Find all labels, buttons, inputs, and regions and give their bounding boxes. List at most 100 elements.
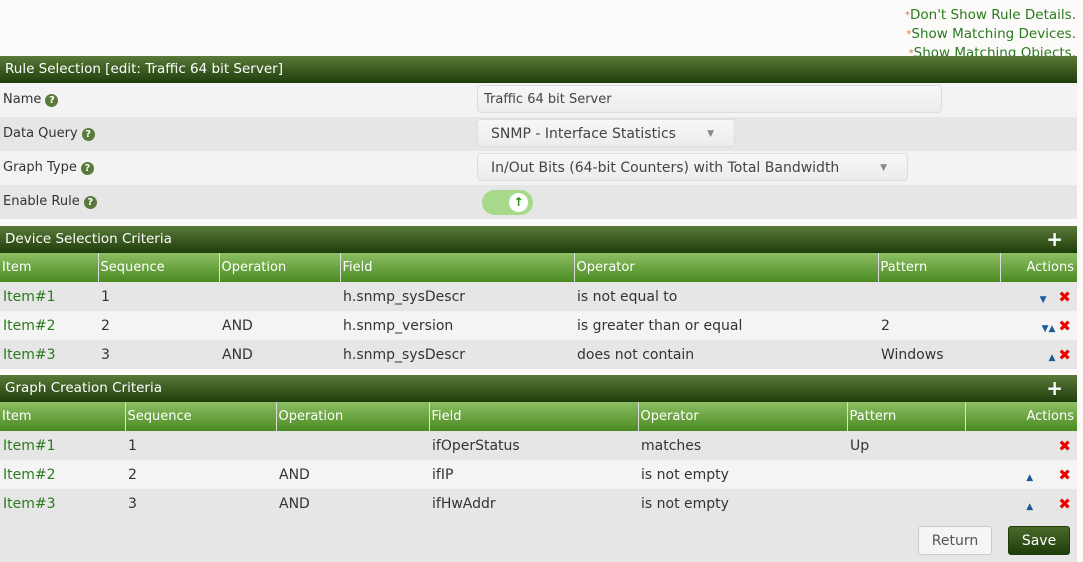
sequence: 1 [125,431,276,460]
rule-selection-header: Rule Selection [edit: Traffic 64 bit Ser… [0,56,1077,83]
move-down-icon[interactable]: ▼ [1040,295,1047,305]
move-up-icon[interactable]: ▲ [1026,473,1033,483]
col-actions: Actions [965,402,1077,431]
form-footer: Return Save [0,518,1077,562]
delete-icon[interactable]: ✖ [1058,437,1071,455]
name-label: Name [3,92,42,107]
actions: ▲ ✖ [965,460,1077,489]
field: h.snmp_version [340,311,574,340]
enable-rule-row: Enable Rule? ↑ [0,185,1077,219]
rule-detail-links: *Don't Show Rule Details. *Show Matching… [905,6,1076,63]
col-pattern: Pattern [847,402,966,431]
move-up-icon[interactable]: ▲ [1049,324,1056,334]
item-link[interactable]: Item#1 [3,289,56,305]
add-graph-criteria-icon[interactable]: + [1046,375,1063,402]
field: ifHwAddr [429,489,638,518]
save-button[interactable]: Save [1008,526,1070,555]
device-criteria-table: Item Sequence Operation Field Operator Patter… [0,253,1077,369]
table-row: Item#3 3 AND h.snmp_sysDescr does not contai… [0,340,1077,369]
operator: matches [638,431,847,460]
table-row: Item#1 1 ifOperStatus matches Up ✖ [0,431,1077,460]
operator: is not equal to [574,282,878,311]
col-actions: Actions [1000,253,1077,282]
show-matching-devices-link[interactable]: *Show Matching Devices. [905,25,1076,44]
actions: ▼ ✖ [1000,282,1077,311]
delete-icon[interactable]: ✖ [1058,317,1071,335]
col-operator: Operator [638,402,848,431]
actions: ▲ ✖ [1000,340,1077,369]
sequence: 1 [98,282,219,311]
help-icon: ? [80,162,94,175]
col-operation: Operation [219,253,341,282]
delete-icon[interactable]: ✖ [1058,346,1071,364]
move-up-icon[interactable]: ▲ [1049,353,1056,363]
data-query-row: Data Query? SNMP - Interface Statistics ▼ [0,117,1077,151]
toggle-knob-icon: ↑ [509,193,528,212]
pattern [847,460,965,489]
return-button[interactable]: Return [918,526,992,555]
pattern [878,282,1000,311]
enable-rule-toggle[interactable]: ↑ [482,190,533,215]
col-sequence: Sequence [125,402,277,431]
field: h.snmp_sysDescr [340,340,574,369]
col-operation: Operation [276,402,430,431]
item-link[interactable]: Item#1 [3,438,56,454]
device-criteria-header: Device Selection Criteria + [0,226,1077,253]
graph-criteria-header: Graph Creation Criteria + [0,375,1077,402]
move-up-icon[interactable]: ▲ [1026,502,1033,512]
sequence: 3 [98,340,219,369]
actions: ▼▲ ✖ [1000,311,1077,340]
add-device-criteria-icon[interactable]: + [1046,226,1063,253]
field: h.snmp_sysDescr [340,282,574,311]
table-row: Item#2 2 AND ifIP is not empty ▲ ✖ [0,460,1077,489]
item-link[interactable]: Item#2 [3,467,56,483]
graph-type-label: Graph Type [3,160,77,175]
actions: ▲ ✖ [965,489,1077,518]
delete-icon[interactable]: ✖ [1058,288,1071,306]
data-query-select[interactable]: SNMP - Interface Statistics ▼ [477,119,735,147]
sequence: 2 [125,460,276,489]
graph-criteria-table: Item Sequence Operation Field Operator Patter… [0,402,1077,518]
help-icon: ? [45,94,59,107]
pattern: Windows [878,340,1000,369]
item-link[interactable]: Item#2 [3,318,56,334]
col-operator: Operator [574,253,879,282]
actions: ✖ [965,431,1077,460]
operation: AND [219,311,340,340]
pattern [847,489,965,518]
operator: is not empty [638,460,847,489]
col-field: Field [429,402,639,431]
chevron-down-icon: ▼ [880,163,887,173]
sequence: 3 [125,489,276,518]
move-down-icon[interactable]: ▼ [1042,324,1049,334]
operation: AND [276,489,429,518]
col-item: Item [0,402,126,431]
operation [276,431,429,460]
chevron-down-icon: ▼ [707,129,714,139]
operation: AND [219,340,340,369]
operator: does not contain [574,340,878,369]
col-field: Field [340,253,575,282]
delete-icon[interactable]: ✖ [1058,466,1071,484]
item-link[interactable]: Item#3 [3,347,56,363]
enable-rule-label: Enable Rule [3,194,80,209]
graph-type-select[interactable]: In/Out Bits (64-bit Counters) with Total… [477,153,908,181]
table-row: Item#1 1 h.snmp_sysDescr is not equal to ▼ ✖ [0,282,1077,311]
col-item: Item [0,253,99,282]
pattern: 2 [878,311,1000,340]
item-link[interactable]: Item#3 [3,496,56,512]
operator: is greater than or equal [574,311,878,340]
data-query-label: Data Query [3,126,78,141]
pattern: Up [847,431,965,460]
dont-show-rule-details-link[interactable]: *Don't Show Rule Details. [905,6,1076,25]
col-pattern: Pattern [878,253,1001,282]
sequence: 2 [98,311,219,340]
graph-type-row: Graph Type? In/Out Bits (64-bit Counters… [0,151,1077,185]
field: ifIP [429,460,638,489]
name-input[interactable]: Traffic 64 bit Server [477,85,942,113]
help-icon: ? [83,196,97,209]
delete-icon[interactable]: ✖ [1058,495,1071,513]
table-row: Item#2 2 AND h.snmp_version is greater than … [0,311,1077,340]
table-row: Item#3 3 AND ifHwAddr is not empty ▲ ✖ [0,489,1077,518]
operation: AND [276,460,429,489]
